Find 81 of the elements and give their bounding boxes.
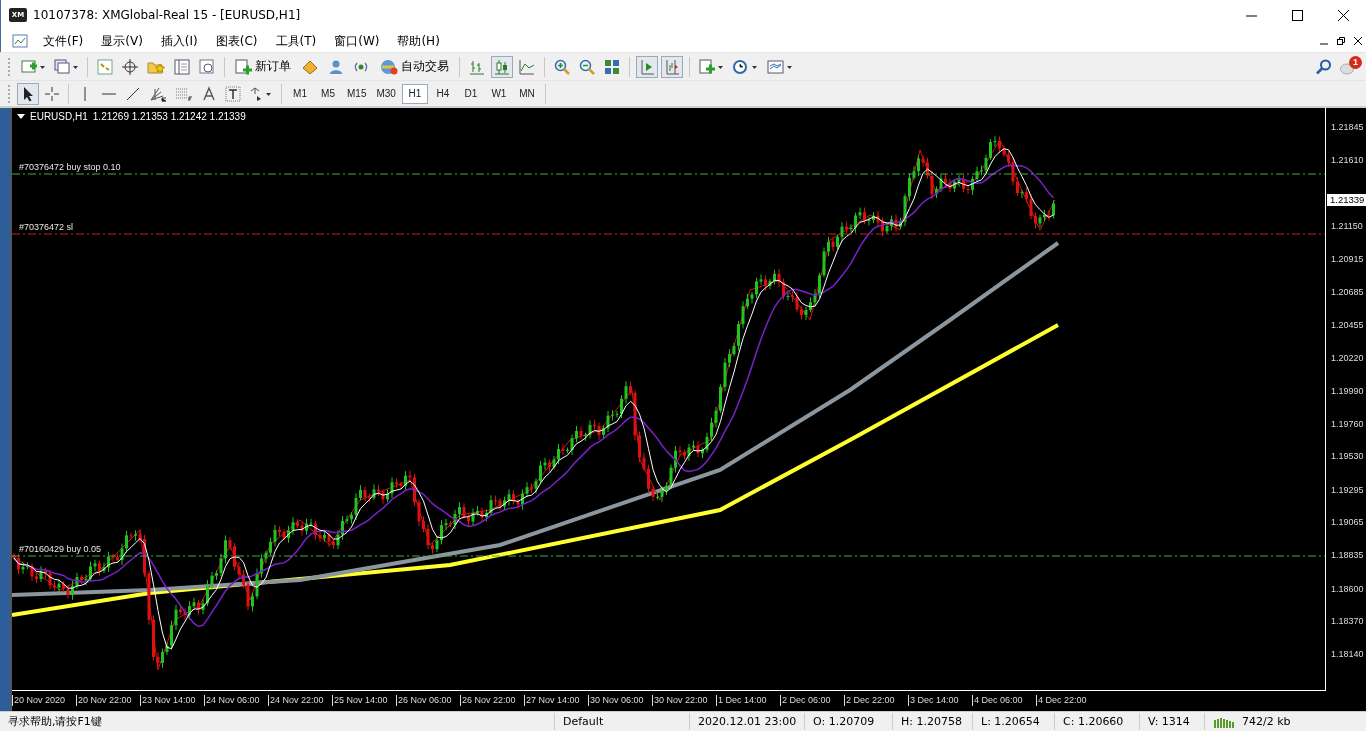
open-price: O: 1.20709 — [805, 713, 893, 730]
candlestick-button[interactable] — [491, 55, 513, 78]
price-tick-label: 1.21610 — [1331, 154, 1364, 168]
timeframe-button[interactable]: M15 — [343, 83, 371, 104]
window-title: 10107378: XMGlobal-Real 15 - [EURUSD,H1] — [33, 8, 301, 22]
time-tick-label: 26 Nov 06:00 — [396, 695, 452, 706]
time-tick-label: 2 Dec 22:00 — [844, 695, 895, 706]
price-tick-label: 1.19990 — [1331, 384, 1364, 398]
time-tick-label: 25 Nov 14:00 — [332, 695, 388, 706]
auto-trading-button[interactable]: 自动交易 — [375, 55, 453, 78]
high-price: H: 1.20758 — [893, 713, 973, 730]
profile-name: Default — [555, 713, 690, 730]
volume: V: 1314 — [1140, 713, 1205, 730]
current-price-label: 1.21339 — [1327, 193, 1366, 206]
time-tick-label: 3 Dec 14:00 — [908, 695, 959, 706]
menu-item[interactable]: 帮助(H) — [388, 32, 449, 50]
price-tick-label: 1.20220 — [1331, 352, 1364, 366]
notification-badge: 1 — [1349, 55, 1362, 69]
bar-time: 2020.12.01 23:00 — [690, 713, 805, 730]
timeframe-button[interactable]: H4 — [429, 83, 456, 104]
new-order-button[interactable]: 新订单 — [231, 55, 295, 78]
price-tick-label: 1.20915 — [1331, 253, 1364, 267]
time-tick-label: 1 Dec 14:00 — [716, 695, 767, 706]
close-icon[interactable] — [1353, 37, 1362, 45]
price-tick-label: 1.19760 — [1331, 417, 1364, 431]
menu-item[interactable]: 图表(C) — [206, 32, 267, 50]
autoscroll-button[interactable] — [636, 55, 658, 78]
traffic-indicator: 742/2 kb — [1242, 714, 1291, 730]
time-tick-label: 20 Nov 22:00 — [76, 695, 132, 706]
price-tick-label: 1.21150 — [1331, 219, 1363, 233]
order-label: #70376472 sl — [19, 222, 74, 233]
timeframe-button[interactable]: D1 — [457, 83, 484, 104]
price-tick-label: 1.20685 — [1331, 286, 1364, 299]
time-tick-label: 4 Dec 06:00 — [972, 695, 1023, 706]
menu-item[interactable]: 窗口(W) — [325, 32, 389, 50]
timeframe-button[interactable]: H1 — [401, 83, 428, 104]
timeframe-button[interactable]: M5 — [315, 83, 341, 104]
price-tick-label: 1.18835 — [1331, 549, 1364, 563]
price-tick-label: 1.18140 — [1331, 648, 1364, 661]
menu-item[interactable]: 文件(F) — [34, 32, 93, 50]
document-plus-icon[interactable] — [235, 58, 253, 75]
menu-item[interactable]: 显示(V) — [92, 32, 152, 50]
chart-window-icon[interactable] — [12, 33, 28, 49]
notifications-button[interactable]: 1 — [1338, 55, 1362, 78]
ohlc-values: 1.21269 1.21353 1.21242 1.21339 — [92, 111, 246, 122]
timeframe-button[interactable]: W1 — [485, 83, 512, 104]
price-tick-label: 1.18370 — [1331, 615, 1364, 629]
time-tick-label: 4 Dec 22:00 — [1036, 695, 1087, 706]
time-tick-label: 30 Nov 06:00 — [588, 695, 644, 706]
price-tick-label: 1.19530 — [1331, 450, 1364, 464]
price-tick-label: 1.19065 — [1331, 516, 1364, 530]
order-label: #70160429 buy 0.05 — [19, 544, 102, 555]
menu-item[interactable]: 工具(T) — [266, 32, 326, 50]
price-tick-label: 1.20455 — [1331, 318, 1364, 332]
chart-shift-button[interactable] — [661, 55, 683, 78]
low-price: L: 1.20654 — [973, 713, 1055, 730]
timeframe-button[interactable]: M1 — [287, 83, 313, 104]
order-level-line[interactable] — [12, 555, 1325, 557]
time-tick-label: 27 Nov 14:00 — [524, 695, 580, 706]
close-icon[interactable] — [1337, 9, 1349, 21]
maximize-icon[interactable] — [1291, 9, 1303, 21]
time-tick-label: 24 Nov 06:00 — [204, 695, 260, 706]
timeframe-button[interactable]: M30 — [372, 83, 400, 104]
price-tick-label: 1.18600 — [1331, 582, 1364, 596]
time-tick-label: 30 Nov 22:00 — [652, 695, 708, 706]
time-tick-label: 2 Dec 06:00 — [780, 695, 831, 706]
collapse-triangle-icon[interactable] — [17, 113, 25, 120]
timeframe-button[interactable]: MN — [513, 83, 540, 104]
time-tick-label: 26 Nov 22:00 — [460, 695, 516, 706]
globe-icon[interactable] — [379, 58, 399, 75]
time-tick-label: 20 Nov 2020 — [12, 695, 66, 706]
restore-icon[interactable] — [1336, 37, 1345, 45]
menu-item[interactable]: 插入(I) — [151, 32, 207, 50]
symbol-label: EURUSD,H1 — [30, 111, 88, 122]
order-label: #70376472 buy stop 0.10 — [19, 162, 121, 173]
status-help: 寻求帮助,请按F1键 — [0, 713, 555, 730]
time-tick-label: 23 Nov 14:00 — [140, 695, 196, 706]
price-tick-label: 1.21845 — [1331, 121, 1364, 134]
time-tick-label: 24 Nov 22:00 — [268, 695, 324, 706]
close-price: C: 1.20660 — [1055, 713, 1140, 730]
price-tick-label: 1.19295 — [1331, 483, 1364, 497]
